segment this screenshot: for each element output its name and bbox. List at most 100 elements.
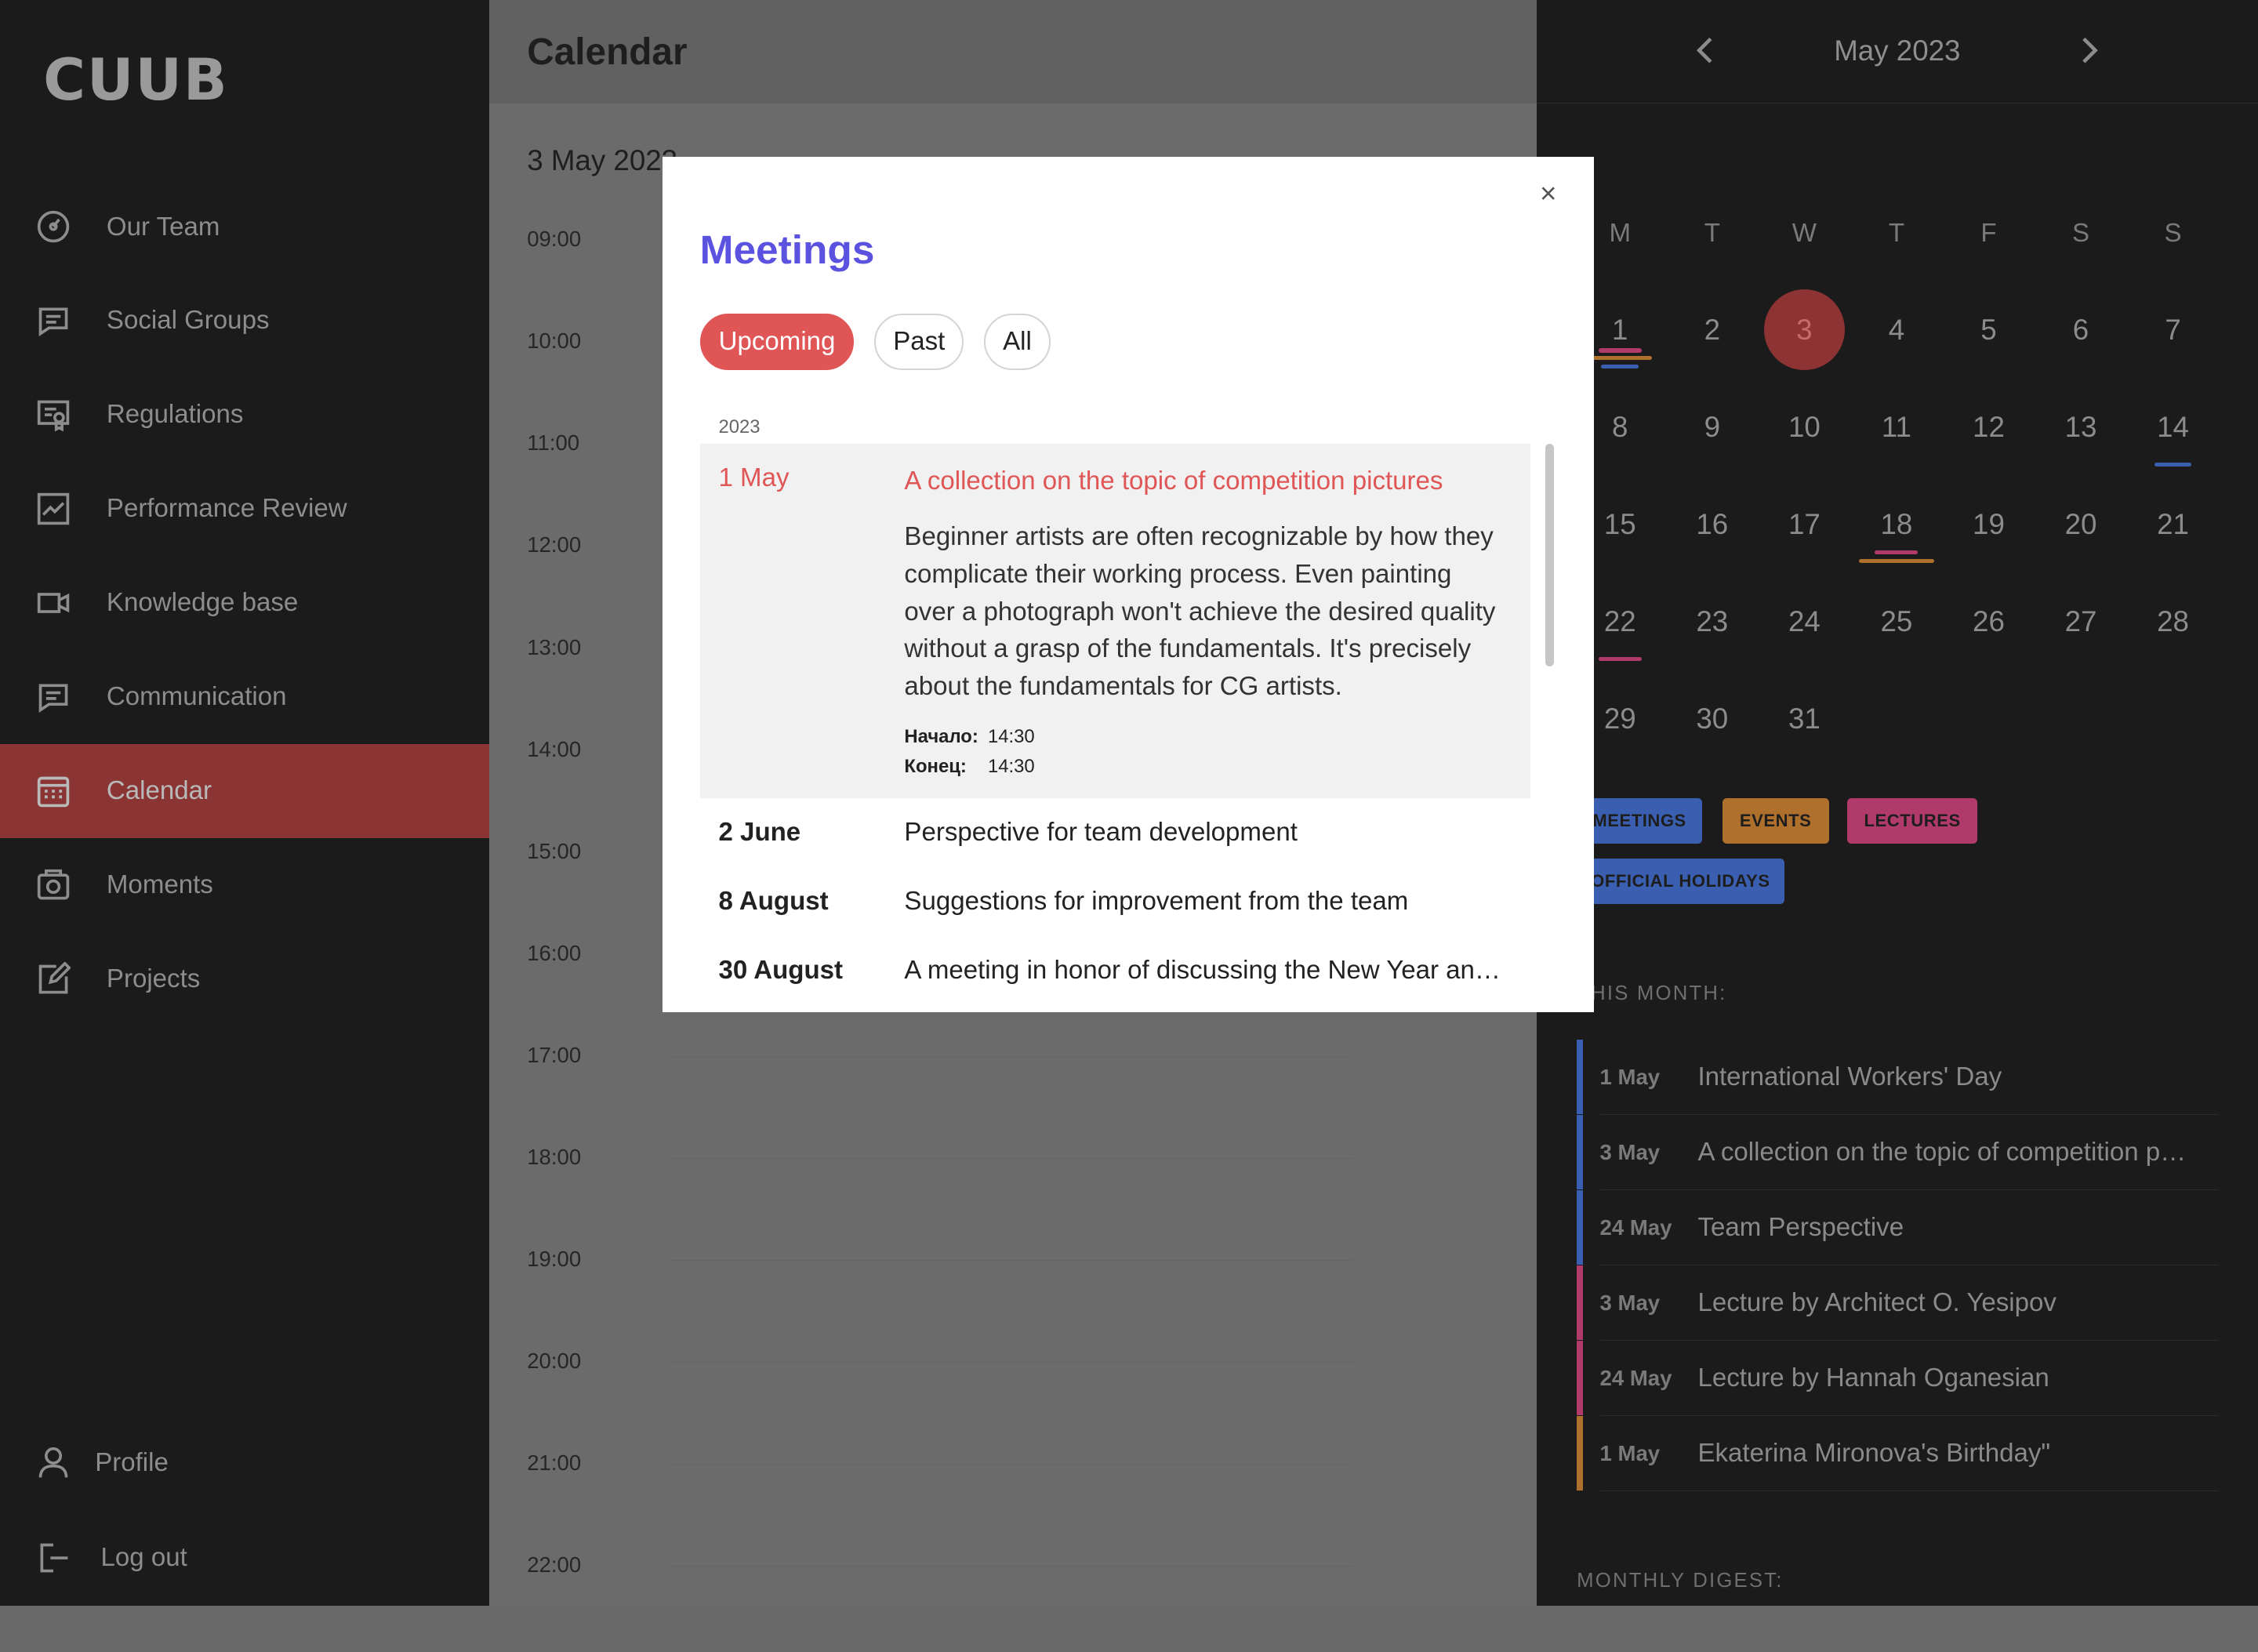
meeting-date: 2 June (718, 817, 801, 847)
profile-link[interactable]: Profile (0, 1415, 489, 1510)
list-item[interactable]: 24 May Team Perspective (1577, 1190, 2220, 1266)
hour-row[interactable]: 22:00 (527, 1552, 1506, 1652)
list-item[interactable]: 3 May A collection on the topic of compet… (1577, 1115, 2220, 1191)
day-cell[interactable]: 2 (1672, 289, 1752, 370)
list-item[interactable]: 3 May Lecture by Architect O. Yesipov (1577, 1265, 2220, 1342)
day-cell[interactable]: 14 (2133, 387, 2213, 468)
day-cell[interactable]: 16 (1672, 484, 1752, 565)
day-cell[interactable]: 5 (1948, 289, 2029, 370)
meeting-date: 1 May (718, 463, 790, 493)
list-item[interactable]: 8 August Suggestions for improvement from… (700, 867, 1531, 936)
hour-label: 15:00 (527, 838, 582, 863)
sidebar-item-projects[interactable]: Projects (0, 932, 489, 1026)
day-cell[interactable]: 4 (1856, 289, 1937, 370)
logout-link[interactable]: Log out (0, 1511, 489, 1606)
day-cell[interactable]: 12 (1948, 387, 2029, 468)
sidebar-item-label: Social Groups (106, 306, 270, 336)
list-item[interactable]: 1 May International Workers' Day (1577, 1040, 2220, 1116)
hour-label: 21:00 (527, 1450, 582, 1475)
event-marker (2154, 462, 2192, 467)
user-icon (34, 1444, 72, 1482)
this-month-label: THIS MONTH: (1577, 982, 1727, 1004)
hour-row[interactable]: 19:00 (527, 1246, 1506, 1347)
tab-past[interactable]: Past (874, 314, 964, 370)
meetings-list: 1 May A collection on the topic of compe… (699, 443, 1531, 1005)
edit-icon (34, 960, 72, 998)
chat-icon (34, 303, 72, 340)
day-cell[interactable]: 27 (2041, 582, 2122, 663)
day-cell[interactable]: 11 (1856, 387, 1937, 468)
event-title: A collection on the topic of competition… (1697, 1137, 2187, 1167)
modal-scrollbar[interactable] (1545, 443, 1554, 667)
category-bar (1577, 1115, 1583, 1190)
meeting-expanded[interactable]: 1 May A collection on the topic of compe… (699, 443, 1531, 798)
modal-title: Meetings (699, 227, 875, 273)
sidebar-item-label: Regulations (106, 400, 244, 430)
event-marker (1598, 348, 1642, 353)
list-item[interactable]: 1 May Ekaterina Mironova's Birthday" (1577, 1416, 2220, 1492)
logo[interactable]: CUUB (43, 52, 260, 110)
meeting-title: Perspective for team development (904, 817, 1298, 847)
sidebar-item-communication[interactable]: Communication (0, 650, 489, 744)
filter-meetings[interactable]: MEETINGS (1577, 797, 1702, 844)
category-bar (1577, 1416, 1583, 1491)
weekday-label: W (1792, 219, 1817, 249)
day-cell[interactable]: 25 (1856, 582, 1937, 663)
day-cell[interactable]: 19 (1948, 484, 2029, 565)
list-item[interactable]: 30 August A meeting in honor of discussin… (700, 936, 1531, 1005)
meeting-date: 8 August (718, 886, 829, 916)
day-cell[interactable]: 24 (1764, 582, 1845, 663)
hour-line (668, 1260, 1352, 1261)
day-cell[interactable]: 10 (1764, 387, 1845, 468)
dashboard-icon (34, 209, 72, 246)
video-icon (34, 584, 72, 622)
day-cell[interactable]: 13 (2041, 387, 2122, 468)
hour-row[interactable]: 18:00 (527, 1144, 1506, 1245)
hour-line (668, 1566, 1352, 1567)
day-cell[interactable]: 6 (2041, 289, 2122, 370)
day-cell[interactable]: 9 (1672, 387, 1752, 468)
close-icon[interactable]: × (1540, 177, 1556, 210)
filter-lectures[interactable]: LECTURES (1847, 797, 1977, 844)
weekday-label: S (2071, 219, 2090, 249)
tab-upcoming[interactable]: Upcoming (699, 314, 855, 370)
sidebar-item-label: Our Team (106, 212, 220, 241)
month-title: May 2023 (1834, 34, 1961, 67)
hour-row[interactable]: 20:00 (527, 1348, 1506, 1449)
hour-label: 13:00 (527, 634, 582, 659)
hour-label: 11:00 (527, 430, 580, 456)
day-cell[interactable]: 23 (1672, 582, 1752, 663)
meeting-title: A meeting in honor of discussing the New… (904, 955, 1506, 985)
sidebar: CUUB Our Team Social Groups Regulations … (0, 0, 490, 1606)
day-cell[interactable]: 28 (2133, 582, 2213, 663)
list-item[interactable]: 2 June Perspective for team development (700, 798, 1531, 867)
day-cell[interactable]: 26 (1948, 582, 2029, 663)
filter-official-holidays[interactable]: OFFICIAL HOLIDAYS (1577, 858, 1784, 905)
camera-icon (34, 866, 72, 904)
sidebar-item-knowledge-base[interactable]: Knowledge base (0, 556, 489, 650)
event-date: 3 May (1599, 1290, 1661, 1315)
hour-label: 12:00 (527, 532, 582, 557)
day-cell-today[interactable]: 3 (1763, 289, 1845, 371)
day-cell[interactable]: 30 (1672, 678, 1752, 759)
sidebar-item-performance-review[interactable]: Performance Review (0, 462, 489, 556)
hour-row[interactable]: 17:00 (527, 1042, 1506, 1143)
day-cell[interactable]: 21 (2133, 484, 2213, 565)
meeting-date: 30 August (718, 955, 844, 985)
day-cell[interactable]: 7 (2133, 289, 2213, 370)
sidebar-item-calendar[interactable]: Calendar (0, 744, 490, 839)
tab-all[interactable]: All (984, 314, 1051, 370)
list-item[interactable]: 24 May Lecture by Hannah Oganesian (1577, 1341, 2220, 1417)
hour-label: 19:00 (527, 1246, 582, 1271)
day-cell[interactable]: 31 (1764, 678, 1845, 759)
filter-events[interactable]: EVENTS (1722, 797, 1829, 844)
sidebar-item-regulations[interactable]: Regulations (0, 368, 489, 462)
hour-row[interactable]: 21:00 (527, 1450, 1506, 1551)
event-title: Team Perspective (1697, 1212, 1904, 1242)
day-cell[interactable]: 17 (1764, 484, 1845, 565)
sidebar-item-our-team[interactable]: Our Team (0, 180, 489, 274)
sidebar-item-moments[interactable]: Moments (0, 838, 489, 932)
next-month-button[interactable] (2067, 29, 2110, 72)
day-cell[interactable]: 20 (2041, 484, 2122, 565)
sidebar-item-social-groups[interactable]: Social Groups (0, 274, 489, 369)
